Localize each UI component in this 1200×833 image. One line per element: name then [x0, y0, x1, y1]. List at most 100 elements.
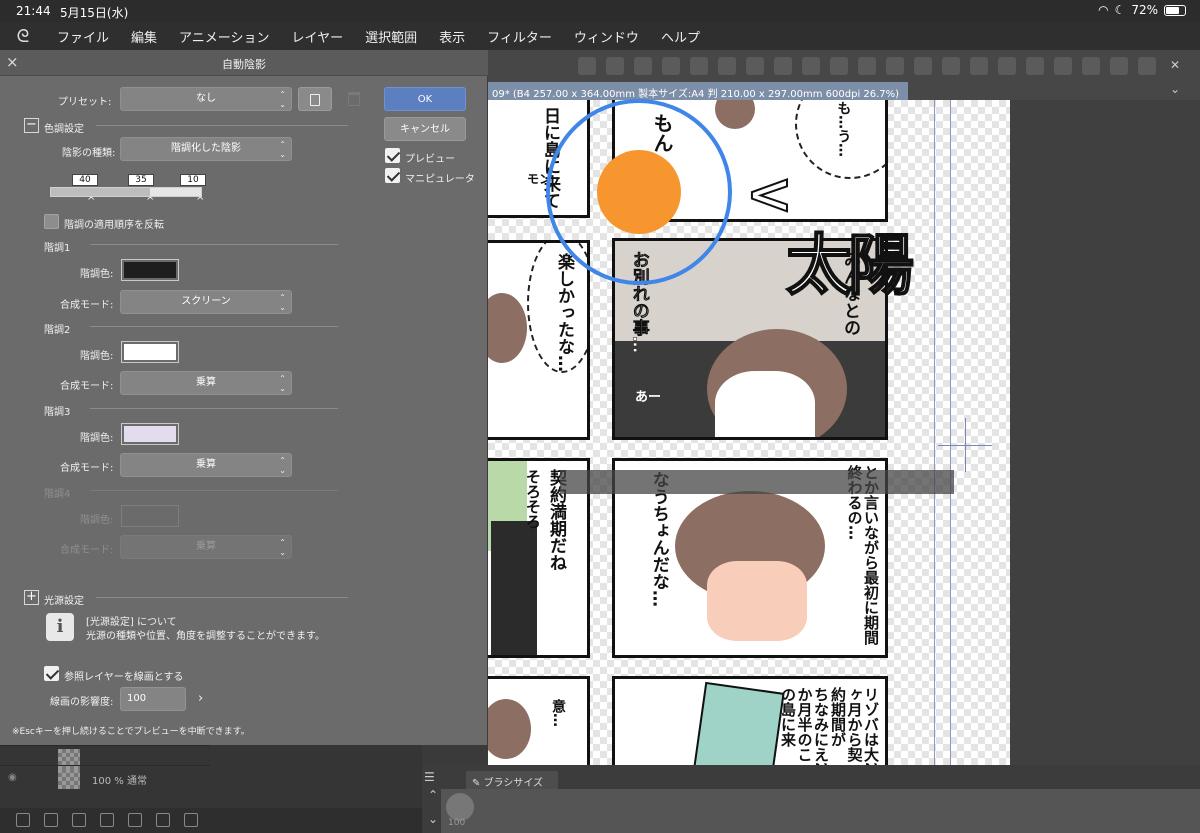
- menu-selection[interactable]: 選択範囲: [354, 27, 428, 46]
- level-color-label: 階調色:: [80, 269, 114, 280]
- battery-percent: 72%: [1131, 3, 1158, 17]
- ok-button[interactable]: OK: [384, 87, 466, 111]
- level-color-swatch[interactable]: [121, 341, 179, 363]
- divider: [90, 408, 338, 409]
- expand-icon[interactable]: +: [24, 590, 39, 605]
- merge-icon[interactable]: [128, 813, 142, 827]
- command-icon[interactable]: [802, 57, 820, 75]
- command-icon[interactable]: [886, 57, 904, 75]
- command-icon[interactable]: [1138, 57, 1156, 75]
- new-vector-icon[interactable]: [44, 813, 58, 827]
- manga-panel: 楽しかったな…: [488, 240, 590, 440]
- gradation-slider[interactable]: [50, 187, 202, 197]
- gradation-value[interactable]: 40: [72, 174, 98, 186]
- app-logo-icon[interactable]: ᘓ: [0, 26, 46, 47]
- command-icon[interactable]: [578, 57, 596, 75]
- new-folder-icon[interactable]: [72, 813, 86, 827]
- gradation-handle-icon[interactable]: ^: [196, 196, 204, 207]
- copy-layer-icon[interactable]: [100, 813, 114, 827]
- manga-text: リゾバは大2ヶ月から契約期間が: [829, 687, 880, 765]
- menu-icon[interactable]: ☰: [424, 770, 435, 784]
- command-icon[interactable]: [998, 57, 1016, 75]
- command-icon[interactable]: [1054, 57, 1072, 75]
- preset-select[interactable]: なし ⌃ ⌄: [120, 87, 292, 111]
- command-icon[interactable]: [662, 57, 680, 75]
- mask-icon[interactable]: [156, 813, 170, 827]
- brush-size-tab-label: ブラシサイズ: [483, 778, 544, 789]
- character-hair: [488, 699, 531, 759]
- reverse-order-checkbox[interactable]: [44, 214, 59, 229]
- document-tab[interactable]: 09* (B4 257.00 x 364.00mm 製本サイズ:A4 判 210…: [488, 82, 908, 100]
- command-icon[interactable]: [970, 57, 988, 75]
- preset-label: プリセット:: [58, 97, 112, 108]
- cancel-button[interactable]: キャンセル: [384, 117, 466, 141]
- chevron-down-icon[interactable]: ⌄: [428, 812, 438, 826]
- blend-mode-value: 乗算: [196, 459, 216, 470]
- blend-mode-select[interactable]: 乗算 ⌃ ⌄: [120, 371, 292, 395]
- command-icon[interactable]: [606, 57, 624, 75]
- menu-help[interactable]: ヘルプ: [650, 27, 711, 46]
- menu-window[interactable]: ウィンドウ: [563, 27, 650, 46]
- add-preset-icon: [310, 94, 320, 106]
- menu-edit[interactable]: 編集: [120, 27, 168, 46]
- layer-row[interactable]: ◉ 100 % 通常: [0, 765, 210, 791]
- command-icon[interactable]: [774, 57, 792, 75]
- menu-view[interactable]: 表示: [428, 27, 476, 46]
- menu-filter[interactable]: フィルター: [476, 27, 563, 46]
- level-color-swatch[interactable]: [121, 423, 179, 445]
- command-icon[interactable]: [746, 57, 764, 75]
- command-icon[interactable]: [1026, 57, 1044, 75]
- tab-brush-size[interactable]: ✎ ブラシサイズ: [466, 771, 558, 789]
- command-icon[interactable]: [690, 57, 708, 75]
- menu-layer[interactable]: レイヤー: [281, 27, 355, 46]
- command-icon[interactable]: [830, 57, 848, 75]
- menu-animation[interactable]: アニメーション: [168, 27, 280, 46]
- trash-icon[interactable]: [348, 92, 360, 106]
- level-color-label: 階調色:: [80, 351, 114, 362]
- add-preset-button[interactable]: [298, 87, 332, 111]
- chevron-down-icon[interactable]: ⌄: [1170, 82, 1180, 96]
- manipulator-checkbox[interactable]: [385, 168, 400, 183]
- level-color-fill: [124, 344, 176, 360]
- status-time: 21:44: [16, 4, 51, 18]
- gradation-handle-icon[interactable]: ^: [146, 196, 154, 207]
- command-icon[interactable]: [914, 57, 932, 75]
- manga-text: も…う…: [835, 101, 852, 157]
- divider: [90, 490, 338, 491]
- footer-note: ※Escキーを押し続けることでプレビューを中断できます。: [12, 727, 250, 737]
- dialog-title: 自動陰影: [222, 58, 266, 71]
- wifi-icon: ◠: [1098, 3, 1109, 17]
- command-icon[interactable]: [718, 57, 736, 75]
- layer-tools: [0, 808, 422, 833]
- collapse-icon[interactable]: −: [24, 118, 39, 133]
- menu-file[interactable]: ファイル: [46, 27, 120, 46]
- eye-icon[interactable]: ◉: [8, 772, 17, 783]
- shadow-type-select[interactable]: 階調化した陰影 ⌃ ⌄: [120, 137, 292, 161]
- level-color-swatch: [121, 505, 179, 527]
- line-influence-input[interactable]: 100: [120, 687, 186, 711]
- selection-launcher-bar[interactable]: [560, 470, 954, 494]
- gradation-handle-icon[interactable]: ^: [87, 196, 95, 207]
- preview-checkbox[interactable]: [385, 148, 400, 163]
- preview-label: プレビュー: [405, 154, 455, 165]
- level-title: 階調1: [44, 243, 71, 254]
- gradation-value[interactable]: 35: [128, 174, 154, 186]
- command-icon[interactable]: [858, 57, 876, 75]
- level-color-swatch[interactable]: [121, 259, 179, 281]
- chevron-up-icon[interactable]: ⌃: [428, 788, 438, 802]
- command-icon[interactable]: [634, 57, 652, 75]
- gradation-value[interactable]: 10: [180, 174, 206, 186]
- close-icon[interactable]: ✕: [1170, 58, 1180, 72]
- command-icon[interactable]: [1110, 57, 1128, 75]
- ref-layer-checkbox[interactable]: [44, 666, 59, 681]
- command-icon[interactable]: [1082, 57, 1100, 75]
- trash-icon[interactable]: [184, 813, 198, 827]
- chevron-right-icon[interactable]: ›: [198, 691, 203, 706]
- command-icon[interactable]: [942, 57, 960, 75]
- blend-mode-select[interactable]: スクリーン ⌃ ⌄: [120, 290, 292, 314]
- dialog-titlebar: × 自動陰影: [0, 50, 488, 76]
- new-layer-icon[interactable]: [16, 813, 30, 827]
- shadow-type-label: 陰影の種類:: [62, 148, 116, 159]
- blend-mode-select[interactable]: 乗算 ⌃ ⌄: [120, 453, 292, 477]
- brush-size-preview[interactable]: [446, 793, 474, 821]
